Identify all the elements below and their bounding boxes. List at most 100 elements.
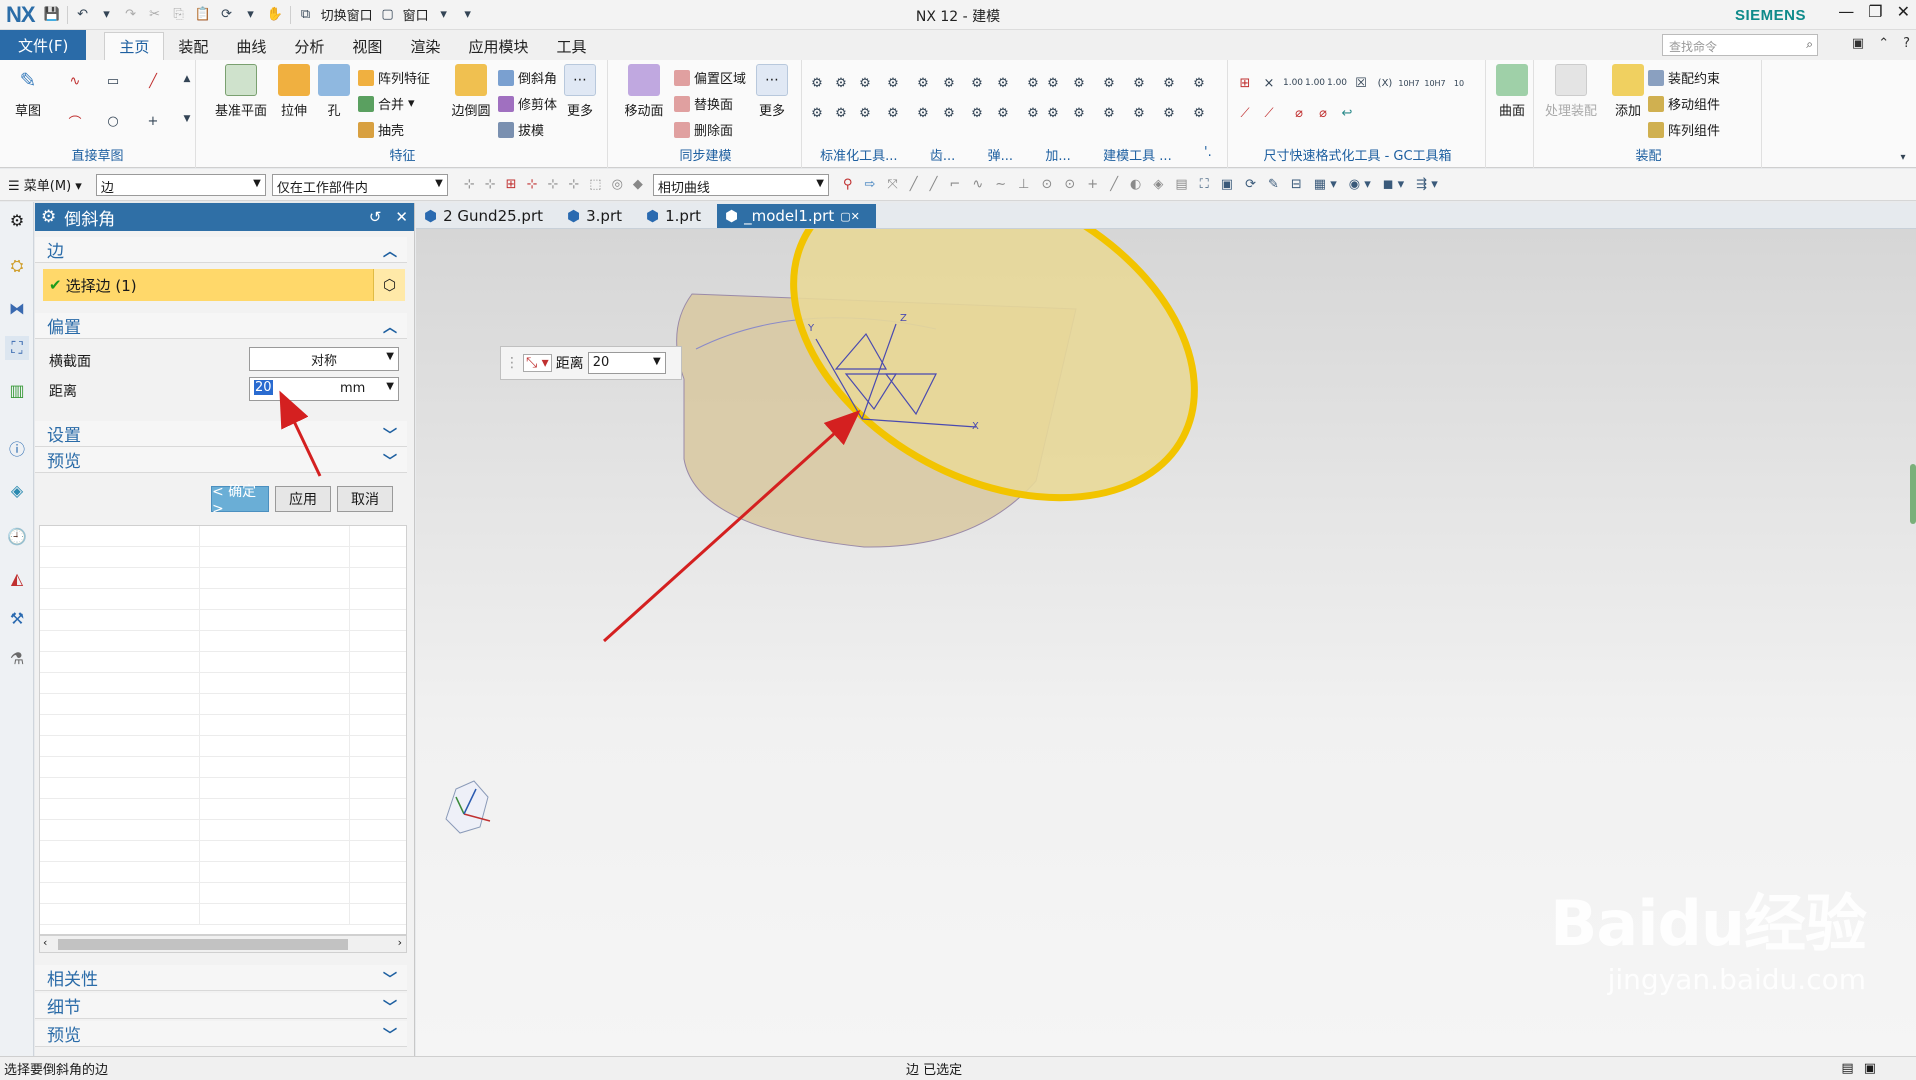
assembly-constraint-button[interactable]: 装配约束	[1648, 68, 1720, 87]
draft-button[interactable]: 拔模	[498, 120, 544, 139]
snap-icon[interactable]: ◐	[1130, 177, 1141, 192]
selection-icon[interactable]: ◆	[633, 177, 643, 192]
shell-button[interactable]: 抽壳	[358, 120, 404, 139]
tab-analysis[interactable]: 分析	[280, 32, 338, 60]
status-icon[interactable]: ▤	[1841, 1061, 1853, 1076]
scroll-up-icon[interactable]: ▲	[178, 70, 196, 88]
list-item[interactable]	[40, 589, 406, 610]
tool-icon[interactable]: ⚙	[884, 74, 902, 92]
dimension-icon[interactable]: ↩	[1338, 104, 1356, 122]
list-item[interactable]	[40, 862, 406, 883]
selection-icon[interactable]: ⊹	[568, 177, 579, 192]
tool-icon[interactable]: ⚙	[1160, 74, 1178, 92]
save-icon[interactable]: 💾	[43, 6, 61, 24]
dimension-icon[interactable]: 10	[1450, 74, 1468, 92]
redo-icon[interactable]: ↷	[122, 6, 140, 24]
assembly-navigator-icon[interactable]: ⛭	[5, 254, 29, 278]
dimension-icon[interactable]: ☒	[1352, 74, 1370, 92]
web-browser-icon[interactable]: ◈	[5, 478, 29, 502]
snap-icon[interactable]: ▤	[1175, 177, 1187, 192]
dimension-icon[interactable]: ⌀	[1314, 104, 1332, 122]
trim-body-button[interactable]: 修剪体	[498, 94, 557, 113]
tool-icon[interactable]: ⚙	[1024, 104, 1042, 122]
view-icon[interactable]: ✎	[1268, 177, 1279, 192]
datum-plane-button[interactable]: 基准平面	[210, 64, 272, 119]
profile-icon[interactable]: ∿	[66, 72, 84, 90]
selection-scope-select[interactable]: 仅在工作部件内 ▼	[271, 173, 448, 196]
tool-icon[interactable]: ⚙	[1044, 74, 1062, 92]
selection-icon[interactable]: ⊹	[485, 177, 496, 192]
snap-icon[interactable]: ⌐	[949, 177, 960, 192]
section-detail[interactable]: 细节 ﹀	[35, 993, 407, 1019]
snap-icon[interactable]: ⇨	[864, 177, 875, 192]
selection-icon[interactable]: ⊹	[464, 177, 475, 192]
list-item[interactable]	[40, 673, 406, 694]
paste-icon[interactable]: 📋	[194, 6, 212, 24]
search-icon[interactable]: ⌕	[1806, 37, 1813, 52]
group-add-label[interactable]: 加...	[1045, 145, 1070, 164]
group-spring-label[interactable]: 弹...	[988, 145, 1013, 164]
dimension-icon[interactable]: ⌀	[1290, 104, 1308, 122]
section-offset[interactable]: 偏置 ︿	[35, 313, 407, 339]
curve-rule-select[interactable]: 相切曲线 ▼	[652, 173, 829, 196]
pattern-feature-button[interactable]: 阵列特征	[358, 68, 430, 87]
tab-view[interactable]: 视图	[338, 32, 396, 60]
list-item[interactable]	[40, 715, 406, 736]
tool-icon[interactable]: ⚙	[808, 74, 826, 92]
copy-icon[interactable]: ⎘	[170, 6, 188, 24]
rectangle-icon[interactable]: ▭	[104, 72, 122, 90]
restore-icon[interactable]: ❐	[1868, 2, 1882, 21]
hole-button[interactable]: 孔	[308, 64, 360, 119]
offset-region-button[interactable]: 偏置区域	[674, 68, 746, 87]
dimension-icon[interactable]: 10H7	[1424, 74, 1445, 92]
switch-window-button[interactable]: 切换窗口	[321, 5, 373, 24]
window-icon[interactable]: ▢	[379, 6, 397, 24]
process-studio-icon[interactable]: ◭	[5, 566, 29, 590]
tool-icon[interactable]: ⚙	[1130, 104, 1148, 122]
help-icon[interactable]: ?	[1903, 36, 1910, 51]
roles-icon[interactable]: ⚗	[5, 646, 29, 670]
selection-icon[interactable]: ⬚	[589, 177, 601, 192]
reset-icon[interactable]: ↺	[369, 208, 382, 226]
tool-icon[interactable]: ⚙	[1100, 104, 1118, 122]
tab-tools[interactable]: 工具	[542, 32, 600, 60]
section-related[interactable]: 相关性 ﹀	[35, 965, 407, 991]
doc-tab-active[interactable]: ⬢ _model1.prt ▢✕	[717, 204, 876, 228]
tool-icon[interactable]: ⚙	[968, 74, 986, 92]
tab-file[interactable]: 文件(F)	[0, 30, 87, 60]
tool-icon[interactable]: ⚙	[1024, 74, 1042, 92]
manufacturing-wizard-icon[interactable]: ⚒	[5, 606, 29, 630]
reuse-library-icon[interactable]: ▥	[5, 378, 29, 402]
list-item[interactable]	[40, 841, 406, 862]
command-search-input[interactable]: 查找命令 ⌕	[1662, 34, 1818, 56]
arc-icon[interactable]: ⌒	[66, 112, 84, 131]
selection-icon[interactable]: ◎	[612, 177, 623, 192]
section-edge[interactable]: 边 ︿	[35, 237, 407, 263]
tool-icon[interactable]: ⚙	[884, 104, 902, 122]
chevron-down-icon[interactable]: ﹀	[383, 451, 397, 471]
selection-icon[interactable]: ⊹	[527, 177, 538, 192]
tool-icon[interactable]: ⚙	[1100, 74, 1118, 92]
snap-icon[interactable]: ⊙	[1064, 177, 1075, 192]
chevron-up-icon[interactable]: ︿	[383, 317, 397, 337]
tool-icon[interactable]: ⚙	[1190, 74, 1208, 92]
list-item[interactable]	[40, 883, 406, 904]
add-component-button[interactable]: 添加	[1602, 64, 1654, 119]
snap-icon[interactable]: ╱	[1110, 177, 1118, 192]
delete-face-button[interactable]: 删除面	[674, 120, 733, 139]
list-item[interactable]	[40, 526, 406, 547]
tool-icon[interactable]: ⚙	[1130, 74, 1148, 92]
tool-icon[interactable]: ⚙	[1190, 104, 1208, 122]
tool-icon[interactable]: ⚙	[832, 74, 850, 92]
group-standard-label[interactable]: 标准化工具...	[820, 145, 897, 164]
dimension-icon[interactable]: 1.00	[1327, 74, 1347, 92]
tool-icon[interactable]: ⚙	[914, 104, 932, 122]
view-icon[interactable]: ⟳	[1245, 177, 1256, 192]
list-item[interactable]	[40, 568, 406, 589]
navigator-list[interactable]	[39, 525, 407, 935]
cancel-button[interactable]: 取消	[337, 486, 393, 512]
tab-application[interactable]: 应用模块	[454, 32, 542, 60]
dimension-icon[interactable]: 1.00	[1283, 74, 1303, 92]
list-item[interactable]	[40, 694, 406, 715]
snap-icon[interactable]: ╱	[930, 177, 938, 192]
